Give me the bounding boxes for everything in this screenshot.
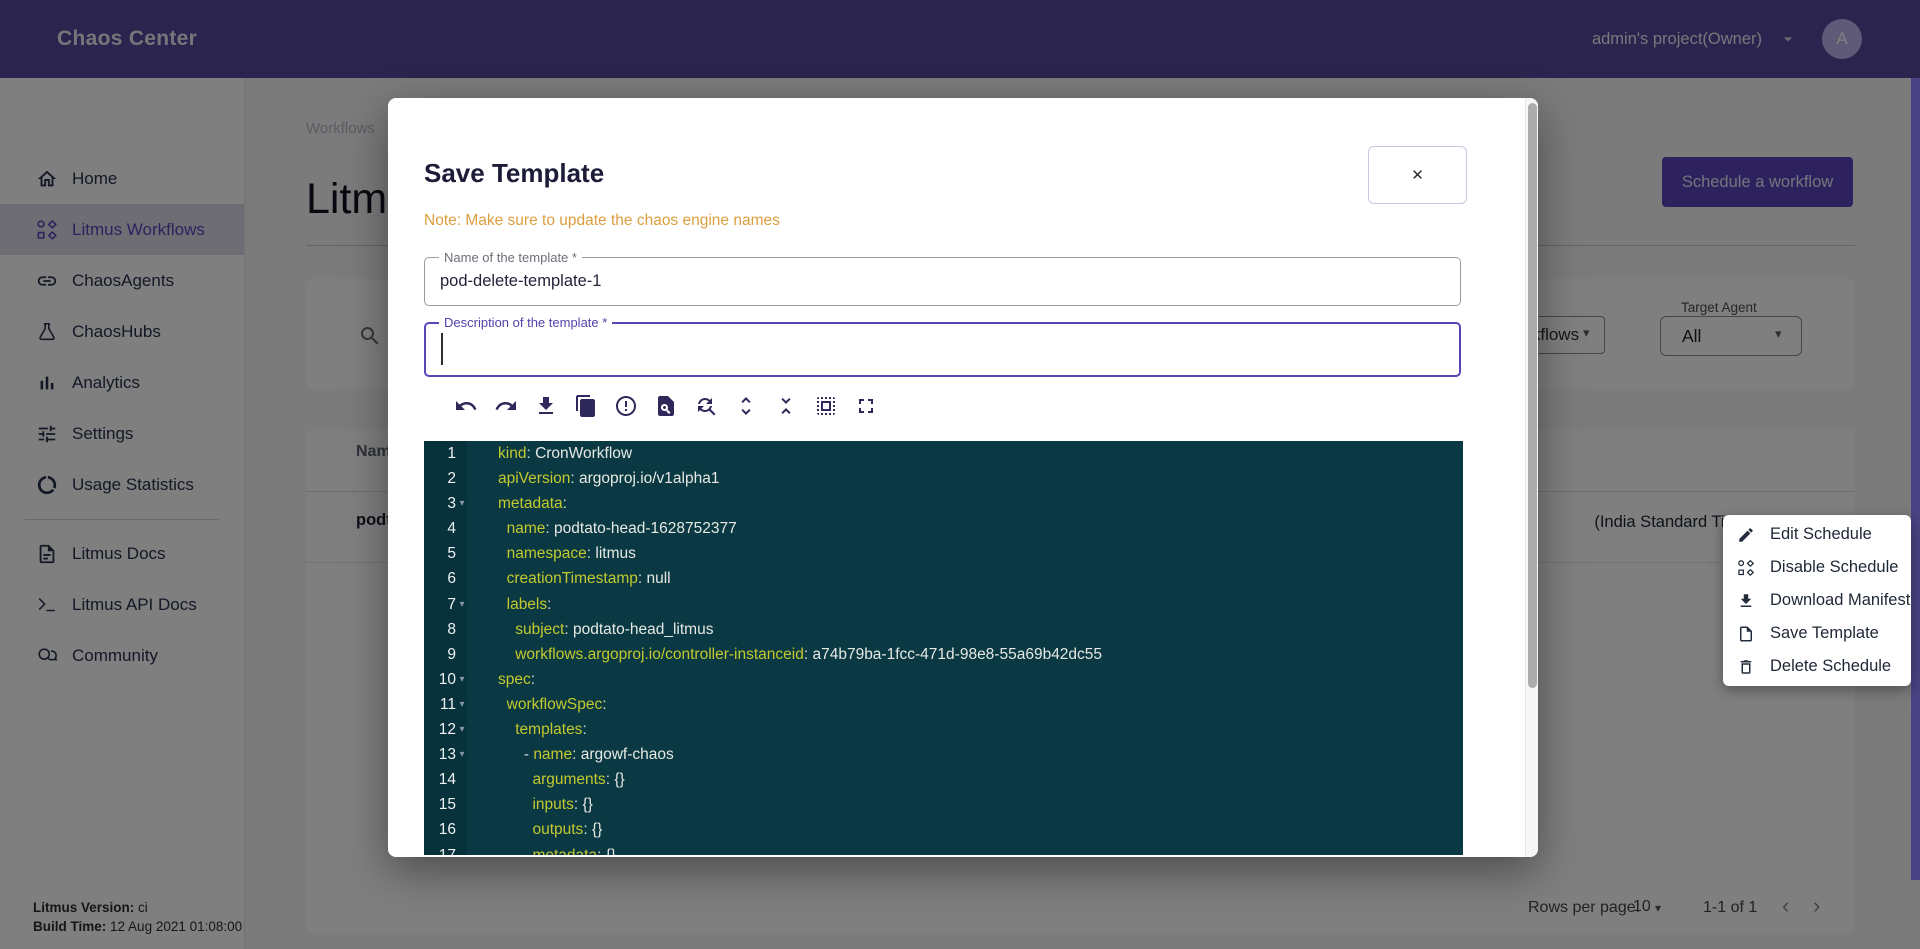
copy-icon [574, 394, 598, 418]
select-all-icon [814, 394, 838, 418]
find-replace-button[interactable] [694, 394, 718, 420]
menu-item-save-template[interactable]: Save Template [1723, 617, 1911, 650]
code-line: 1kind: CronWorkflow [424, 441, 1463, 466]
select-all-button[interactable] [814, 394, 838, 420]
template-description-label: Description of the template * [439, 315, 612, 330]
page-scrollbar[interactable] [1911, 78, 1920, 880]
code-line: 8 subject: podtato-head_litmus [424, 617, 1463, 642]
code-line: 16 outputs: {} [424, 817, 1463, 842]
trash-icon [1737, 658, 1755, 676]
code-line: 7▾ labels: [424, 592, 1463, 617]
find-replace-icon [694, 394, 718, 418]
redo-button[interactable] [494, 394, 518, 420]
menu-item-edit-schedule[interactable]: Edit Schedule [1723, 518, 1911, 551]
yaml-editor[interactable]: 1kind: CronWorkflow2apiVersion: argoproj… [424, 441, 1463, 855]
pencil-icon [1737, 526, 1755, 544]
download-button[interactable] [534, 394, 558, 420]
error-outline-button[interactable] [614, 394, 638, 420]
code-line: 2apiVersion: argoproj.io/v1alpha1 [424, 466, 1463, 491]
code-line: 17 metadata: {} [424, 843, 1463, 856]
code-line: 4 name: podtato-head-1628752377 [424, 516, 1463, 541]
code-line: 9 workflows.argoproj.io/controller-insta… [424, 642, 1463, 667]
fullscreen-button[interactable] [854, 394, 878, 420]
save-template-modal: Save Template ✕ Note: Make sure to updat… [388, 98, 1538, 857]
code-line: 3▾metadata: [424, 491, 1463, 516]
find-in-page-button[interactable] [654, 394, 678, 420]
code-line: 10▾spec: [424, 667, 1463, 692]
modal-title: Save Template [424, 158, 604, 189]
unfold-more-icon [734, 394, 758, 418]
code-line: 11▾ workflowSpec: [424, 692, 1463, 717]
unfold-less-button[interactable] [774, 394, 798, 420]
text-cursor [441, 333, 443, 365]
copy-button[interactable] [574, 394, 598, 420]
undo-button[interactable] [454, 394, 478, 420]
code-line: 6 creationTimestamp: null [424, 566, 1463, 591]
unfold-more-button[interactable] [734, 394, 758, 420]
undo-icon [454, 394, 478, 418]
template-name-label: Name of the template * [439, 250, 582, 265]
template-description-input[interactable] [424, 322, 1461, 377]
modal-scrollbar-thumb[interactable] [1528, 103, 1537, 688]
code-line: 14 arguments: {} [424, 767, 1463, 792]
template-name-field: Name of the template * [424, 257, 1461, 306]
note-text: Note: Make sure to update the chaos engi… [424, 212, 780, 230]
code-line: 15 inputs: {} [424, 792, 1463, 817]
page: Chaos Center admin's project(Owner) A Ho… [0, 0, 1920, 949]
close-button[interactable]: ✕ [1368, 146, 1467, 204]
download-icon [1737, 592, 1755, 610]
menu-item-delete-schedule[interactable]: Delete Schedule [1723, 650, 1911, 683]
menu-item-disable-schedule[interactable]: Disable Schedule [1723, 551, 1911, 584]
error-outline-icon [614, 394, 638, 418]
find-in-page-icon [654, 394, 678, 418]
modal-scrollbar[interactable] [1525, 98, 1538, 857]
code-line: 5 namespace: litmus [424, 541, 1463, 566]
menu-item-download-manifest[interactable]: Download Manifest [1723, 584, 1911, 617]
code-line: 12▾ templates: [424, 717, 1463, 742]
workflows-icon [1737, 559, 1755, 577]
redo-icon [494, 394, 518, 418]
editor-toolbar [454, 394, 878, 420]
code-line: 13▾ - name: argowf-chaos [424, 742, 1463, 767]
template-description-field: Description of the template * [424, 322, 1461, 377]
download-icon [534, 394, 558, 418]
fullscreen-icon [854, 394, 878, 418]
unfold-less-icon [774, 394, 798, 418]
context-menu: Edit ScheduleDisable ScheduleDownload Ma… [1723, 515, 1911, 686]
file-icon [1737, 625, 1755, 643]
